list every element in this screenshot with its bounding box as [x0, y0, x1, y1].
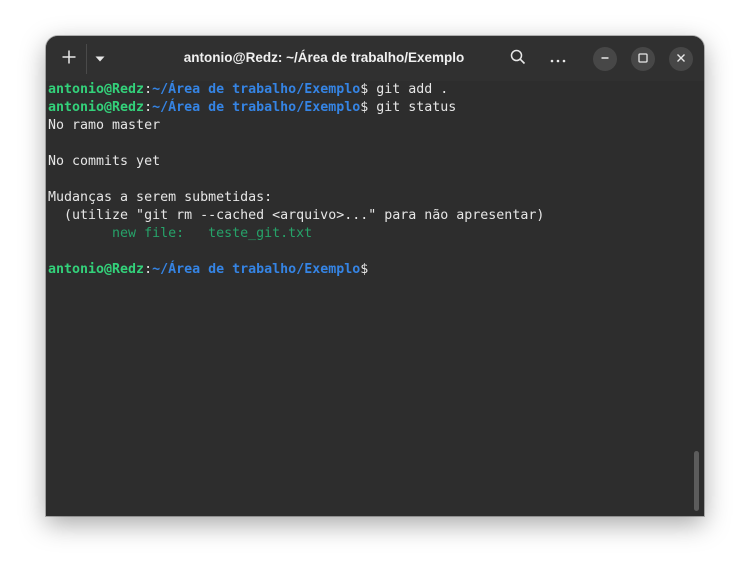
output-line: No ramo master	[48, 118, 161, 133]
close-icon	[676, 50, 686, 68]
header-separator	[86, 44, 87, 74]
terminal-window: antonio@Redz: ~/Área de trabalho/Exemplo	[46, 36, 704, 516]
output-line: No commits yet	[48, 154, 161, 169]
new-file-line: new file: teste_git.txt	[48, 226, 313, 241]
prompt-path: ~/Área de trabalho/Exemplo	[152, 82, 361, 97]
prompt-user: antonio@Redz	[48, 82, 145, 97]
search-button[interactable]	[504, 45, 532, 73]
prompt-path: ~/Área de trabalho/Exemplo	[152, 262, 361, 277]
minimize-button[interactable]	[593, 47, 617, 71]
maximize-icon	[638, 50, 648, 68]
plus-icon	[61, 49, 77, 70]
terminal-output[interactable]: antonio@Redz:~/Área de trabalho/Exemplo$…	[46, 81, 704, 516]
prompt-line: antonio@Redz:~/Área de trabalho/Exemplo$	[48, 261, 368, 279]
prompt-sign: $	[360, 262, 369, 277]
prompt-colon: :	[144, 262, 153, 277]
new-tab-button[interactable]	[54, 45, 84, 73]
prompt-line: antonio@Redz:~/Área de trabalho/Exemplo$…	[48, 99, 456, 117]
prompt-user: antonio@Redz	[48, 100, 145, 115]
prompt-user: antonio@Redz	[48, 262, 145, 277]
prompt-colon: :	[144, 100, 153, 115]
header-bar: antonio@Redz: ~/Área de trabalho/Exemplo	[46, 36, 704, 81]
window-title: antonio@Redz: ~/Área de trabalho/Exemplo	[183, 50, 465, 65]
minimize-icon	[600, 50, 610, 68]
maximize-button[interactable]	[631, 47, 655, 71]
more-horizontal-icon	[550, 50, 566, 68]
chevron-down-icon	[94, 50, 106, 68]
prompt-line: antonio@Redz:~/Área de trabalho/Exemplo$…	[48, 81, 448, 99]
search-icon	[510, 49, 526, 70]
output-line: Mudanças a serem submetidas:	[48, 190, 273, 205]
prompt-path: ~/Área de trabalho/Exemplo	[152, 100, 361, 115]
command-text: git status	[368, 100, 457, 115]
output-line: (utilize "git rm --cached <arquivo>..." …	[48, 208, 545, 223]
more-options-button[interactable]	[544, 45, 572, 73]
prompt-colon: :	[144, 82, 153, 97]
tab-menu-button[interactable]	[88, 45, 112, 73]
close-button[interactable]	[669, 47, 693, 71]
scrollbar[interactable]	[694, 451, 699, 511]
command-text: git add .	[368, 82, 449, 97]
